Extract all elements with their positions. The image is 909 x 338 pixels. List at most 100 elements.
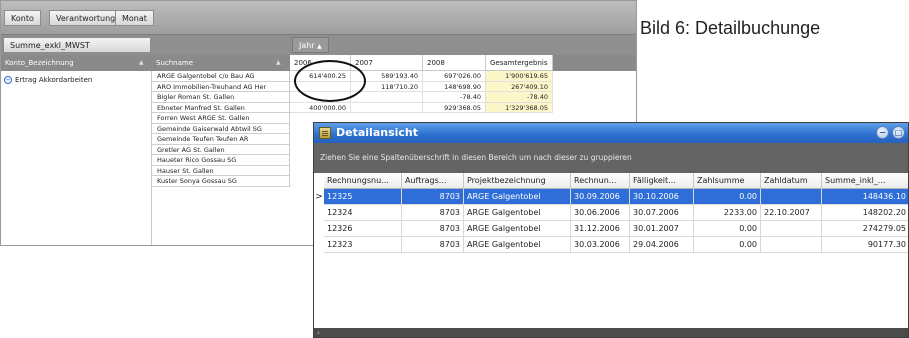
scroll-left-icon[interactable]: ‹ <box>317 329 320 337</box>
table-cell[interactable]: ARGE Galgentobel <box>464 205 571 221</box>
maximize-icon[interactable]: □ <box>892 126 905 139</box>
value-cell[interactable] <box>351 102 423 113</box>
table-row[interactable]: 12323 8703 ARGE Galgentobel 30.03.2006 29.04… <box>320 237 908 253</box>
table-header-row: Rechnungsnu... Auftrags... Projektbezeichn… <box>320 173 908 189</box>
table-cell[interactable]: ARGE Galgentobel <box>464 221 571 237</box>
total-cell[interactable]: -78.40 <box>486 92 553 103</box>
field-button-jahr[interactable]: Jahr ▲ <box>292 37 329 53</box>
collapse-icon[interactable]: − <box>4 76 12 84</box>
table-cell[interactable]: 8703 <box>402 237 464 253</box>
suchname-cell[interactable]: Gretler AG St. Gallen <box>152 144 290 155</box>
table-cell[interactable]: 8703 <box>402 189 464 205</box>
suchname-cell[interactable]: Forren West ARGE St. Gallen <box>152 113 290 124</box>
table-cell[interactable]: 148436.10 <box>822 189 908 205</box>
table-cell[interactable]: 12326 <box>324 221 402 237</box>
value-cell[interactable] <box>290 92 351 103</box>
table-cell[interactable]: 31.12.2006 <box>571 221 630 237</box>
table-cell[interactable]: 12323 <box>324 237 402 253</box>
suchname-cell[interactable]: Bigler Roman St. Gallen <box>152 92 290 103</box>
table-row[interactable]: 12324 8703 ARGE Galgentobel 30.06.2006 30.07… <box>320 205 908 221</box>
total-cell[interactable]: 1'329'368.05 <box>486 102 553 113</box>
year-header-2006: 2006 <box>290 55 351 71</box>
table-cell[interactable]: 2233.00 <box>694 205 761 221</box>
value-cell[interactable]: 148'698.90 <box>423 81 486 92</box>
suchname-cell[interactable]: Hauser St. Gallen <box>152 165 290 176</box>
table-cell[interactable]: 0.00 <box>694 221 761 237</box>
table-cell[interactable]: 30.10.2006 <box>630 189 694 205</box>
detail-table: Rechnungsnu... Auftrags... Projektbezeichn… <box>315 173 908 253</box>
table-cell[interactable]: 274279.05 <box>822 221 908 237</box>
column-header[interactable]: Zahlsumme <box>694 173 761 189</box>
field-button-summe[interactable]: Summe_exkl_MWST <box>3 37 151 53</box>
window-title: Detailansicht <box>336 126 418 139</box>
table-cell[interactable] <box>761 189 822 205</box>
total-cell[interactable]: 267'409.10 <box>486 81 553 92</box>
pivot-row-header: Konto_Bezeichnung ▲ Suchname ▲ 2006 2007… <box>1 55 636 71</box>
table-cell[interactable]: 12324 <box>324 205 402 221</box>
value-cell[interactable]: 929'368.05 <box>423 102 486 113</box>
value-cell[interactable]: 400'000.00 <box>290 102 351 113</box>
year-header-2007: 2007 <box>351 55 423 71</box>
value-cell[interactable] <box>290 81 351 92</box>
table-row[interactable]: >12325 8703 ARGE Galgentobel 30.09.2006 30.1… <box>315 189 908 205</box>
pivot-value-row: -78.40 -78.40 <box>290 92 636 103</box>
suchname-cell[interactable]: Kuster Sonya Gossau SG <box>152 176 290 187</box>
table-cell[interactable]: 8703 <box>402 205 464 221</box>
column-header[interactable]: Rechnungsnu... <box>324 173 402 189</box>
konto-label: Ertrag Akkordarbeiten <box>15 76 93 84</box>
row-field-konto-bezeichnung[interactable]: Konto_Bezeichnung <box>1 55 152 71</box>
value-cell[interactable]: -78.40 <box>423 92 486 103</box>
suchname-cell[interactable]: Gemeinde Teufen Teufen AR <box>152 134 290 145</box>
table-cell[interactable]: 30.07.2006 <box>630 205 694 221</box>
table-cell[interactable]: 0.00 <box>694 189 761 205</box>
suchname-cell[interactable]: Gemeinde Gaiserwald Abtwil SG <box>152 123 290 134</box>
table-cell[interactable] <box>761 237 822 253</box>
pivot-value-row: 400'000.00 929'368.05 1'329'368.05 <box>290 102 636 113</box>
table-cell[interactable]: 30.03.2006 <box>571 237 630 253</box>
column-header[interactable]: Summe_inkl_... <box>822 173 908 189</box>
horizontal-scrollbar[interactable]: ‹ <box>314 328 908 337</box>
table-cell[interactable]: 29.04.2006 <box>630 237 694 253</box>
suchname-cell[interactable]: ARO Immobilien-Treuhand AG Her <box>152 81 290 92</box>
table-cell[interactable]: ARGE Galgentobel <box>464 189 571 205</box>
table-cell[interactable]: 30.01.2007 <box>630 221 694 237</box>
table-row[interactable]: 12326 8703 ARGE Galgentobel 31.12.2006 30.01… <box>320 221 908 237</box>
minimize-icon[interactable]: − <box>876 126 889 139</box>
table-cell[interactable]: 22.10.2007 <box>761 205 822 221</box>
table-cell[interactable]: 90177.30 <box>822 237 908 253</box>
table-cell[interactable]: 30.06.2006 <box>571 205 630 221</box>
column-header[interactable]: Zahldatum <box>761 173 822 189</box>
field-button-monat[interactable]: Monat <box>115 10 154 26</box>
table-cell[interactable] <box>761 221 822 237</box>
field-button-verantwortung[interactable]: Verantwortung <box>49 10 123 26</box>
year-header-total: Gesamtergebnis <box>486 55 553 71</box>
table-cell[interactable]: ARGE Galgentobel <box>464 237 571 253</box>
column-header[interactable]: Fälligkeit... <box>630 173 694 189</box>
field-button-konto[interactable]: Konto <box>4 10 41 26</box>
value-cell[interactable]: 589'193.40 <box>351 71 423 82</box>
row-field-label: Konto_Bezeichnung <box>5 59 74 67</box>
table-cell[interactable]: 148202.20 <box>822 205 908 221</box>
detail-window: Detailansicht − □ × Ziehen Sie eine Spal… <box>313 122 909 338</box>
table-cell[interactable]: 8703 <box>402 221 464 237</box>
table-cell[interactable]: 30.09.2006 <box>571 189 630 205</box>
suchname-cell[interactable]: Haueter Rico Gossau SG <box>152 155 290 166</box>
group-by-area[interactable]: Ziehen Sie eine Spaltenüberschrift in di… <box>314 143 908 173</box>
title-bar[interactable]: Detailansicht − □ × <box>314 123 908 143</box>
suchname-cell[interactable]: ARGE Galgentobel c/o Bau AG <box>152 71 290 82</box>
table-cell[interactable]: 12325 <box>324 189 402 205</box>
column-header[interactable]: Auftrags... <box>402 173 464 189</box>
suchname-column: ARGE Galgentobel c/o Bau AG ARO Immobilie… <box>152 71 290 187</box>
total-cell[interactable]: 1'900'619.65 <box>486 71 553 82</box>
konto-row[interactable]: − Ertrag Akkordarbeiten <box>1 73 92 87</box>
column-header[interactable]: Projektbezeichnung <box>464 173 571 189</box>
value-cell[interactable]: 614'400.25 <box>290 71 351 82</box>
sort-asc-icon: ▲ <box>317 43 322 50</box>
row-field-suchname[interactable]: Suchname <box>152 55 290 71</box>
value-cell[interactable]: 697'026.00 <box>423 71 486 82</box>
value-cell[interactable] <box>351 92 423 103</box>
suchname-cell[interactable]: Ebneter Manfred St. Gallen <box>152 102 290 113</box>
column-header[interactable]: Rechnun... <box>571 173 630 189</box>
value-cell[interactable]: 118'710.20 <box>351 81 423 92</box>
table-cell[interactable]: 0.00 <box>694 237 761 253</box>
